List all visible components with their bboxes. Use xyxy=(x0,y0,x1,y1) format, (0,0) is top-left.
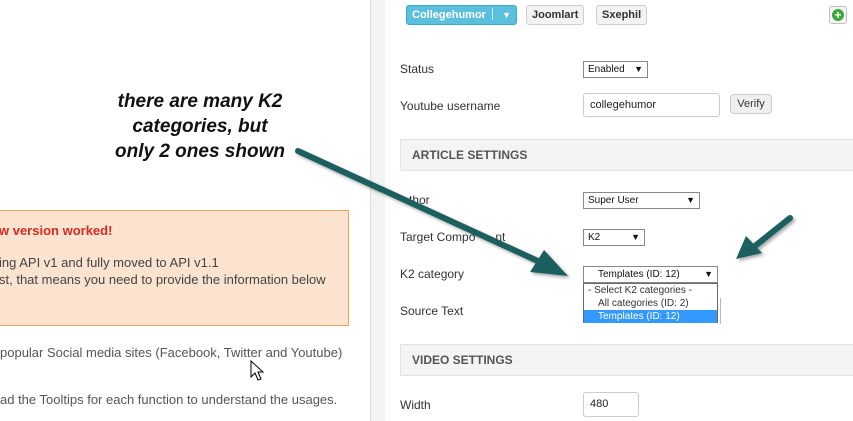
arrow-to-dropdown xyxy=(295,148,568,276)
arrow-to-select xyxy=(736,215,793,259)
annotation-arrows xyxy=(295,148,793,276)
mouse-cursor-icon xyxy=(250,360,265,381)
